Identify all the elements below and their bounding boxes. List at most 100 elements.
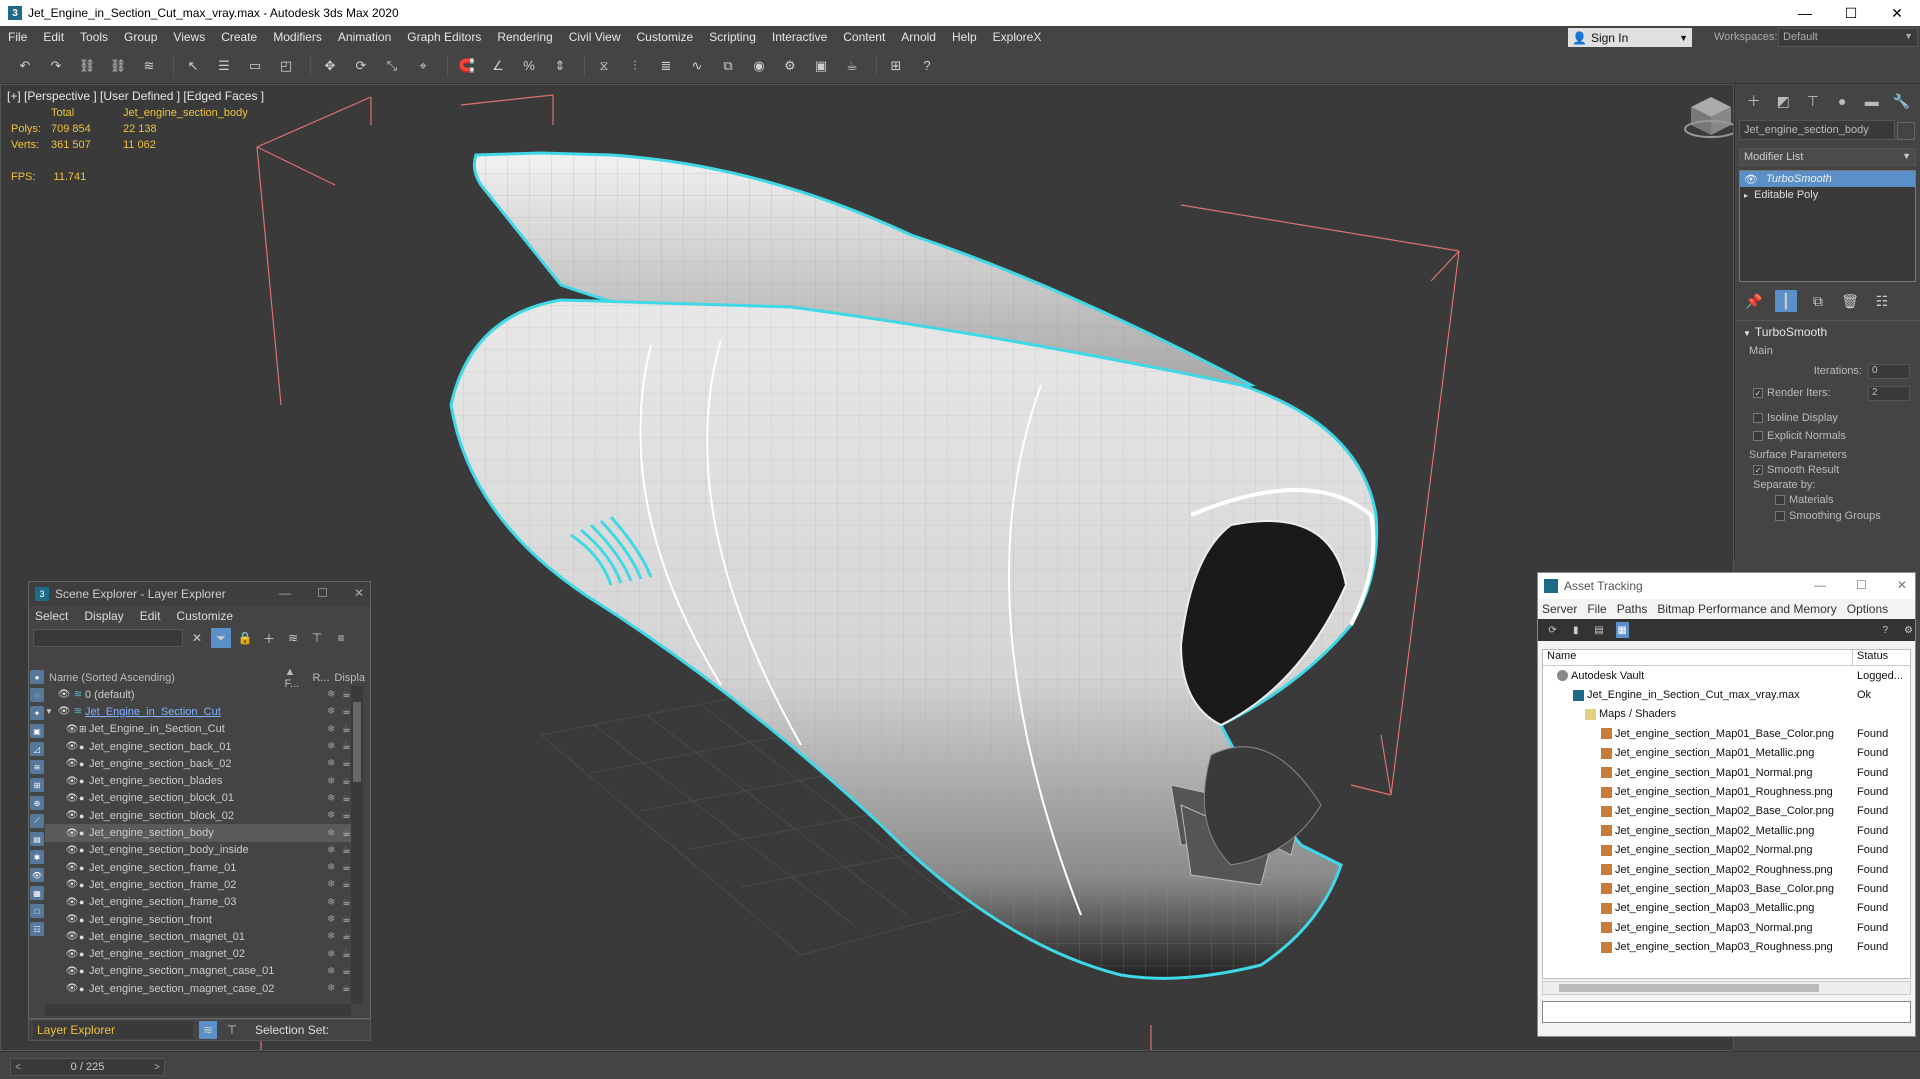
expand-arrow-icon[interactable]: ▼ <box>45 707 57 716</box>
filter-spacewarps-icon[interactable]: ≋ <box>30 760 44 774</box>
minimize-button[interactable]: — <box>1782 0 1828 26</box>
table-row[interactable]: Autodesk Vault Logged... <box>1543 666 1910 685</box>
freeze-icon[interactable]: ❄ <box>327 776 335 787</box>
modifier-list-dropdown[interactable]: Modifier List ▼ <box>1739 148 1916 166</box>
table-row[interactable]: Jet_engine_section_Map03_Base_Color.png F… <box>1543 879 1910 898</box>
eye-icon[interactable]: 👁 <box>65 828 79 839</box>
list-item[interactable]: ▼ 👁 ≋ Jet_Engine_in_Section_Cut ❄ ☕ <box>45 703 351 720</box>
window-crossing-icon[interactable]: ◰ <box>273 53 299 79</box>
column-name-header[interactable]: Name (Sorted Ascending) <box>45 672 285 684</box>
menu-options[interactable]: Options <box>1847 602 1888 616</box>
menu-bitmap-performance[interactable]: Bitmap Performance and Memory <box>1657 602 1836 616</box>
close-button[interactable]: ✕ <box>354 586 364 600</box>
menu-arnold[interactable]: Arnold <box>893 30 944 44</box>
eye-icon[interactable]: 👁 <box>65 741 79 752</box>
eye-icon[interactable]: 👁 <box>65 845 79 856</box>
select-object-icon[interactable]: ↖ <box>180 53 206 79</box>
render-icon[interactable]: ☕ <box>342 741 351 752</box>
utilities-tab-icon[interactable]: 🔧 <box>1891 90 1913 112</box>
render-frame-icon[interactable]: ▣ <box>808 53 834 79</box>
materials-checkbox[interactable] <box>1775 495 1785 505</box>
eye-icon[interactable]: 👁 <box>65 897 79 908</box>
table-row[interactable]: Jet_engine_section_Map02_Base_Color.png F… <box>1543 802 1910 821</box>
freeze-icon[interactable]: ❄ <box>327 983 335 994</box>
filter-geometry-icon[interactable]: ● <box>30 670 44 684</box>
freeze-icon[interactable]: ❄ <box>327 741 335 752</box>
iterations-spinner[interactable]: 0 <box>1868 363 1910 379</box>
menu-display[interactable]: Display <box>84 609 123 623</box>
render-icon[interactable]: ☕ <box>342 931 351 942</box>
list-item-selected[interactable]: 👁 ● Jet_engine_section_body ❄ ☕ <box>45 824 351 842</box>
table-row[interactable]: Jet_engine_section_Map01_Base_Color.png F… <box>1543 724 1910 743</box>
menu-edit[interactable]: Edit <box>140 609 161 623</box>
render-iters-checkbox[interactable]: ✓ <box>1753 388 1763 398</box>
workspace-dropdown[interactable]: Default ▼ <box>1778 28 1918 47</box>
filter-lights-icon[interactable]: ✦ <box>30 706 44 720</box>
column-name-header[interactable]: Name <box>1543 650 1853 665</box>
table-row[interactable]: Jet_engine_section_Map03_Metallic.png Fou… <box>1543 899 1910 918</box>
explorer-selector[interactable]: Layer Explorer <box>33 1021 193 1039</box>
menu-graph-editors[interactable]: Graph Editors <box>399 30 489 44</box>
menu-modifiers[interactable]: Modifiers <box>265 30 330 44</box>
menu-interactive[interactable]: Interactive <box>764 30 835 44</box>
hierarchy-icon[interactable]: ⊤ <box>307 628 327 648</box>
render-icon[interactable]: ☕ <box>342 758 351 769</box>
list-item[interactable]: 👁 ● Jet_engine_section_magnet_case_02 ❄ ☕ <box>45 980 351 997</box>
layers-icon[interactable]: ≋ <box>283 628 303 648</box>
smooth-result-checkbox[interactable]: ✓ <box>1753 465 1763 475</box>
stack-icon[interactable]: ≡ <box>331 628 351 648</box>
configure-sets-icon[interactable]: ☷ <box>1871 290 1893 312</box>
menu-help[interactable]: Help <box>944 30 985 44</box>
menu-select[interactable]: Select <box>35 609 68 623</box>
eye-icon[interactable]: 👁 <box>57 689 71 700</box>
render-icon[interactable]: ☕ <box>342 776 351 787</box>
rect-selection-icon[interactable]: ▭ <box>242 53 268 79</box>
list-item[interactable]: 👁 ● Jet_engine_section_frame_01 ❄ ☕ <box>45 859 351 876</box>
motion-tab-icon[interactable]: ● <box>1832 90 1854 112</box>
list-item[interactable]: 👁 ● Jet_engine_section_back_01 ❄ ☕ <box>45 738 351 755</box>
align-icon[interactable]: ⫶ <box>622 53 648 79</box>
table-row[interactable]: Jet_engine_section_Map02_Normal.png Found <box>1543 841 1910 860</box>
vertical-scrollbar[interactable] <box>351 686 363 1004</box>
placement-icon[interactable]: ⌖ <box>410 53 436 79</box>
layer-icon[interactable]: ≣ <box>653 53 679 79</box>
maximize-button[interactable]: ☐ <box>1856 578 1867 592</box>
freeze-icon[interactable]: ❄ <box>327 931 335 942</box>
list-item[interactable]: 👁 ● Jet_engine_section_body_inside ❄ ☕ <box>45 842 351 859</box>
table-row[interactable]: Jet_engine_section_Map03_Roughness.png Fo… <box>1543 937 1910 956</box>
table-row[interactable]: Jet_engine_section_Map01_Normal.png Found <box>1543 763 1910 782</box>
menu-customize[interactable]: Customize <box>176 609 233 623</box>
render-icon[interactable]: ☕ <box>342 914 351 925</box>
render-icon[interactable]: ☕ <box>342 862 351 873</box>
expand-arrow-icon[interactable]: ▸ <box>1744 191 1748 200</box>
curve-editor-icon[interactable]: ∿ <box>684 53 710 79</box>
freeze-icon[interactable]: ❄ <box>327 845 335 856</box>
eye-icon[interactable]: 👁 <box>57 706 71 717</box>
percent-snap-icon[interactable]: % <box>516 53 542 79</box>
make-unique-icon[interactable]: ⧉ <box>1807 290 1829 312</box>
render-icon[interactable]: ☕ <box>342 845 351 856</box>
freeze-icon[interactable]: ❄ <box>327 758 335 769</box>
add-to-layer-icon[interactable]: ＋ <box>259 628 279 648</box>
modify-tab-icon[interactable]: ◩ <box>1773 90 1795 112</box>
list-item[interactable]: 👁 ● Jet_engine_section_block_02 ❄ ☕ <box>45 807 351 824</box>
time-slider[interactable]: < 0 / 225 > <box>10 1058 165 1076</box>
isoline-checkbox[interactable] <box>1753 413 1763 423</box>
eye-icon[interactable]: 👁 <box>1744 173 1758 186</box>
asset-tracking-titlebar[interactable]: Asset Tracking — ☐ ✕ <box>1538 573 1915 599</box>
filter-cameras-icon[interactable]: ▣ <box>30 724 44 738</box>
render-icon[interactable]: ☕ <box>342 897 351 908</box>
scene-explorer-titlebar[interactable]: 3 Scene Explorer - Layer Explorer — ☐ ✕ <box>29 582 370 606</box>
eye-icon[interactable]: 👁 <box>65 793 79 804</box>
table-row[interactable]: Jet_Engine_in_Section_Cut_max_vray.max Ok <box>1543 685 1910 704</box>
menu-paths[interactable]: Paths <box>1617 602 1648 616</box>
help-icon[interactable]: ? <box>914 53 940 79</box>
render-icon[interactable]: ☕ <box>342 983 351 994</box>
menu-create[interactable]: Create <box>213 30 265 44</box>
menu-tools[interactable]: Tools <box>72 30 116 44</box>
list-item[interactable]: 👁 ● Jet_engine_section_frame_02 ❄ ☕ <box>45 876 351 893</box>
clear-search-icon[interactable]: ✕ <box>187 628 207 648</box>
eye-icon[interactable]: 👁 <box>65 966 79 977</box>
menu-server[interactable]: Server <box>1542 602 1577 616</box>
tree-view-icon[interactable]: ▦ <box>1615 622 1629 638</box>
